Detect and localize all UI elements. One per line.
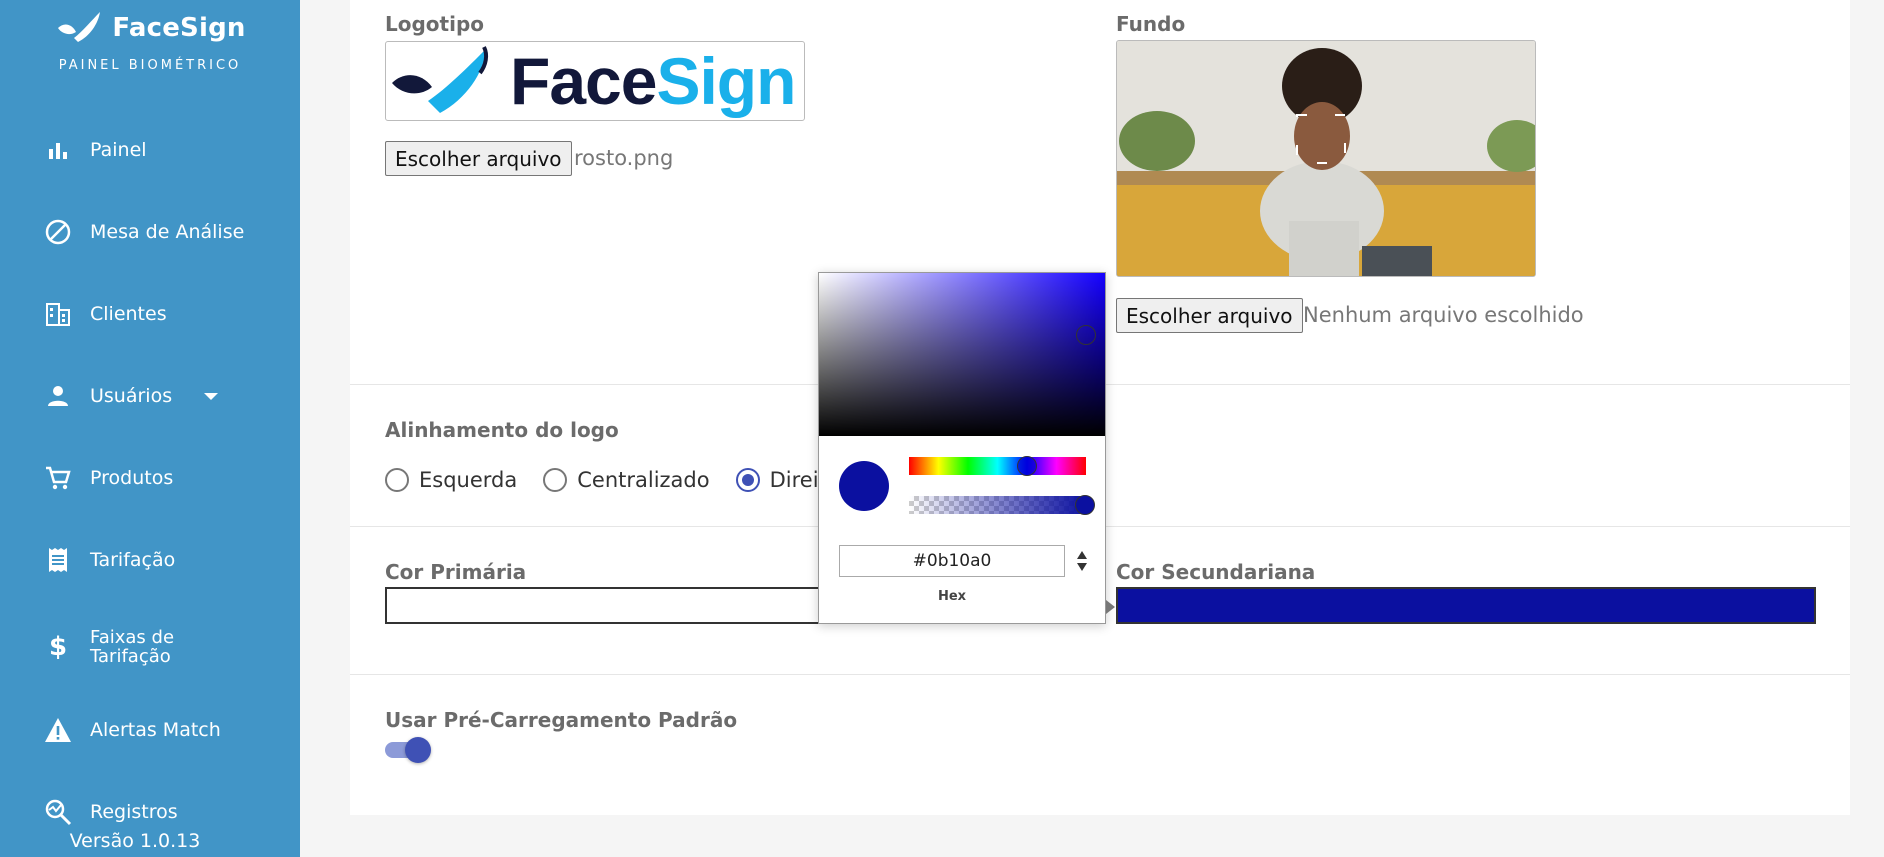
block-icon — [44, 218, 72, 246]
sidebar-item-label: Produtos — [90, 467, 174, 489]
alignment-label: Alinhamento do logo — [385, 418, 619, 442]
brand-subtitle: PAINEL BIOMÉTRICO — [58, 58, 242, 73]
sidebar-item-alertas-match[interactable]: Alertas Match — [44, 716, 221, 744]
radio-circle[interactable] — [543, 468, 568, 492]
color-picker-popup: #0b10a0 Hex — [818, 272, 1106, 624]
sidebar-item-produtos[interactable]: Produtos — [44, 464, 173, 492]
brand-name: FaceSign — [112, 13, 246, 43]
color-preview-swatch — [839, 461, 889, 511]
brand-logo[interactable]: FaceSign — [0, 8, 300, 48]
primary-color-input[interactable] — [385, 587, 820, 624]
saturation-area[interactable] — [819, 273, 1105, 436]
person-icon — [44, 382, 72, 410]
sidebar-item-label: Clientes — [90, 303, 167, 325]
alignment-radio-group: Esquerda Centralizado Direita — [385, 468, 866, 492]
toggle-thumb[interactable] — [405, 737, 431, 763]
sidebar-item-painel[interactable]: Painel — [44, 136, 147, 164]
saturation-cursor[interactable] — [1076, 325, 1096, 345]
radio-label: Esquerda — [419, 468, 518, 492]
sidebar-item-mesa-de-analise[interactable]: Mesa de Análise — [44, 218, 244, 246]
divider — [350, 674, 1850, 675]
logo-file-name: rosto.png — [574, 146, 674, 170]
alpha-slider-thumb[interactable] — [1075, 495, 1095, 515]
brand: FaceSign PAINEL BIOMÉTRICO — [0, 8, 300, 73]
format-toggle-icon[interactable] — [1075, 549, 1089, 575]
person-photo-icon — [1117, 41, 1535, 276]
cart-icon — [44, 464, 72, 492]
radio-circle-checked[interactable] — [735, 468, 760, 492]
radio-circle[interactable] — [385, 468, 409, 492]
picker-pointer-icon — [1106, 600, 1115, 614]
logo-label: Logotipo — [385, 12, 485, 36]
sidebar-item-label: Alertas Match — [90, 719, 221, 741]
sidebar-item-clientes[interactable]: Clientes — [44, 300, 167, 328]
warning-icon — [44, 716, 72, 744]
radio-esquerda[interactable]: Esquerda — [385, 468, 517, 492]
sidebar-item-faixas-de-tarifacao[interactable]: $ Faixas de Tarifação — [44, 628, 174, 666]
logo-text-sign: Sign — [656, 44, 796, 118]
bar-chart-icon — [44, 136, 72, 164]
logo-file-button[interactable]: Escolher arquivo — [385, 141, 572, 176]
sidebar-item-label: Registros — [90, 801, 178, 823]
background-file-button[interactable]: Escolher arquivo — [1116, 298, 1303, 333]
hue-slider-thumb[interactable] — [1017, 456, 1037, 476]
facesign-logo-mark-icon — [392, 46, 489, 113]
chevron-down-icon[interactable] — [204, 392, 219, 400]
preload-toggle[interactable] — [385, 737, 431, 763]
preload-label: Usar Pré-Carregamento Padrão — [385, 708, 738, 732]
sidebar-item-label: Mesa de Análise — [90, 221, 245, 243]
primary-color-label: Cor Primária — [385, 560, 527, 584]
radio-centralizado[interactable]: Centralizado — [543, 468, 710, 492]
background-file-name: Nenhum arquivo escolhido — [1303, 303, 1584, 327]
sidebar-item-usuarios[interactable]: Usuários — [44, 382, 219, 410]
sidebar: FaceSign PAINEL BIOMÉTRICO Painel Mesa d… — [0, 0, 300, 857]
secondary-color-label: Cor Secundariana — [1116, 560, 1316, 584]
building-icon — [44, 300, 72, 328]
receipt-icon — [44, 546, 72, 574]
sidebar-item-label: Painel — [90, 139, 147, 161]
logo-preview: FaceSign — [385, 41, 805, 121]
sidebar-item-label: Faixas de — [90, 627, 175, 648]
app-version: Versão 1.0.13 — [69, 830, 201, 852]
background-preview-image — [1116, 40, 1536, 277]
sidebar-item-label: Tarifação — [90, 646, 171, 667]
sidebar-item-label: Usuários — [90, 385, 173, 407]
logo-text-face: Face — [510, 44, 657, 118]
hex-input[interactable]: #0b10a0 — [839, 545, 1065, 577]
sidebar-item-label: Tarifação — [90, 549, 176, 571]
hue-slider[interactable] — [909, 456, 1086, 476]
radio-label: Centralizado — [577, 468, 710, 492]
facesign-mark-icon — [58, 12, 101, 42]
dollar-icon: $ — [48, 632, 68, 662]
sidebar-item-registros[interactable]: Registros — [44, 798, 178, 826]
background-label: Fundo — [1116, 12, 1186, 36]
hex-format-label: Hex — [937, 589, 967, 604]
secondary-color-input[interactable] — [1116, 587, 1816, 624]
query-stats-icon — [44, 798, 72, 826]
alpha-slider[interactable] — [909, 495, 1095, 515]
sidebar-item-tarifacao[interactable]: Tarifação — [44, 546, 175, 574]
